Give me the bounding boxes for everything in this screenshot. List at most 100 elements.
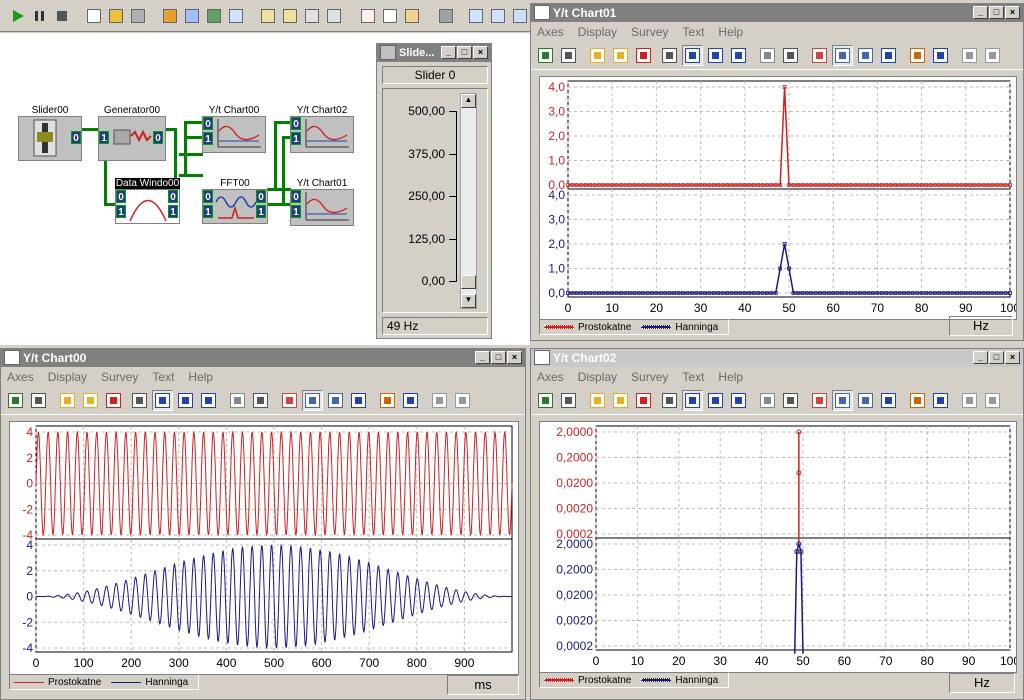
maximize-button[interactable]: □: [457, 46, 472, 59]
area-fill-button[interactable]: [809, 45, 830, 66]
grid-scale-button[interactable]: [28, 390, 49, 411]
input-port[interactable]: 1: [203, 205, 213, 218]
input-port[interactable]: 1: [116, 205, 126, 218]
menu-display[interactable]: Display: [48, 370, 87, 384]
menu-axes[interactable]: Axes: [537, 25, 564, 39]
maximize-button[interactable]: □: [989, 6, 1004, 19]
block-slider00[interactable]: Slider00 0: [18, 105, 82, 161]
text-button[interactable]: [930, 390, 951, 411]
close-button[interactable]: ×: [1005, 6, 1020, 19]
arrow-left-button[interactable]: [959, 45, 980, 66]
block-fft00[interactable]: FFT00 0 1 0 1: [202, 178, 268, 224]
arrange-button[interactable]: [510, 6, 530, 26]
block-yt-chart00[interactable]: Y/t Chart00 0 1: [202, 105, 266, 153]
save-button[interactable]: [659, 390, 680, 411]
output-port[interactable]: 1: [256, 205, 266, 218]
grid-button[interactable]: [152, 390, 173, 411]
ad-converter-button[interactable]: [182, 6, 202, 26]
menu-text[interactable]: Text: [682, 370, 704, 384]
maximize-button[interactable]: □: [989, 351, 1004, 364]
card-button[interactable]: [204, 6, 224, 26]
brush-button[interactable]: [907, 45, 928, 66]
block-yt-chart02[interactable]: Y/t Chart02 0 1: [290, 105, 354, 153]
menu-display[interactable]: Display: [578, 25, 617, 39]
zoom-in-button[interactable]: [587, 45, 608, 66]
axes-button[interactable]: [5, 390, 26, 411]
menu-survey[interactable]: Survey: [631, 370, 668, 384]
menu-text[interactable]: Text: [682, 25, 704, 39]
save-button[interactable]: [659, 45, 680, 66]
print-button[interactable]: [780, 390, 801, 411]
line-style-button[interactable]: [832, 390, 853, 411]
menu-axes[interactable]: Axes: [537, 370, 564, 384]
block-yt-chart01[interactable]: Y/t Chart01 0 1: [290, 178, 354, 226]
area-fill-button[interactable]: [279, 390, 300, 411]
grid-scale-button[interactable]: [558, 45, 579, 66]
copy-button[interactable]: [757, 390, 778, 411]
block-generator00[interactable]: Generator00 1 0: [98, 105, 166, 161]
input-port[interactable]: 0: [291, 117, 301, 130]
display-button[interactable]: [325, 390, 346, 411]
signal-button[interactable]: [160, 6, 180, 26]
copy-button[interactable]: [757, 45, 778, 66]
cut-button[interactable]: [358, 6, 378, 26]
copy-button[interactable]: [380, 6, 400, 26]
output-port[interactable]: 1: [168, 205, 178, 218]
arrow-right-button[interactable]: [982, 390, 1003, 411]
plot-area[interactable]: 0 10 20 30 40 50 60 70 80 90 100 4,0 3,0 2,0 1,0 0,0 4,0…: [539, 76, 1020, 320]
lx-button[interactable]: [705, 390, 726, 411]
block-data-window00[interactable]: Data Windo00 0 1 0 1: [115, 178, 180, 224]
grid-scale-button[interactable]: [558, 390, 579, 411]
bars-button[interactable]: [878, 45, 899, 66]
close-button[interactable]: ×: [1005, 351, 1020, 364]
cascade-button[interactable]: [466, 6, 486, 26]
plot-area[interactable]: 0 100 200 300 400 500 600 700 800 900 4 2 0 -2 -4 4 2 0 -2…: [9, 421, 519, 675]
minimize-button[interactable]: _: [973, 351, 988, 364]
slider-thumb[interactable]: [461, 275, 476, 290]
play-button[interactable]: [8, 6, 28, 26]
zoom-out-button[interactable]: [80, 390, 101, 411]
output-port[interactable]: 0: [168, 190, 178, 203]
area-fill-button[interactable]: [809, 390, 830, 411]
menu-axes[interactable]: Axes: [7, 370, 34, 384]
minimize-button[interactable]: _: [973, 6, 988, 19]
stop-button[interactable]: [52, 6, 72, 26]
properties-button[interactable]: [324, 6, 344, 26]
zoom-out-button[interactable]: [610, 390, 631, 411]
tree-button[interactable]: [258, 6, 278, 26]
axes-button[interactable]: [535, 390, 556, 411]
window-button[interactable]: [226, 6, 246, 26]
zoom-in-button[interactable]: [57, 390, 78, 411]
text-button[interactable]: [930, 45, 951, 66]
cursor-button[interactable]: [633, 45, 654, 66]
input-port[interactable]: 1: [203, 132, 213, 145]
minimize-button[interactable]: _: [441, 46, 456, 59]
line-style-button[interactable]: [832, 45, 853, 66]
input-port[interactable]: 0: [116, 190, 126, 203]
input-port[interactable]: 1: [291, 132, 301, 145]
arrow-left-button[interactable]: [959, 390, 980, 411]
line-style-button[interactable]: [302, 390, 323, 411]
bars-button[interactable]: [878, 390, 899, 411]
cursor-button[interactable]: [103, 390, 124, 411]
ly-button[interactable]: [728, 390, 749, 411]
save-button[interactable]: [129, 390, 150, 411]
minimize-button[interactable]: _: [475, 351, 490, 364]
bars-button[interactable]: [348, 390, 369, 411]
arrow-left-button[interactable]: [429, 390, 450, 411]
cube-button[interactable]: [436, 6, 456, 26]
new-button[interactable]: [84, 6, 104, 26]
text-button[interactable]: [400, 390, 421, 411]
input-port[interactable]: 1: [99, 131, 109, 144]
output-port[interactable]: 0: [71, 131, 81, 144]
copy-button[interactable]: [227, 390, 248, 411]
input-port[interactable]: 0: [203, 190, 213, 203]
grid-button[interactable]: [682, 45, 703, 66]
input-port[interactable]: 0: [203, 117, 213, 130]
maximize-button[interactable]: □: [491, 351, 506, 364]
display-button[interactable]: [855, 390, 876, 411]
menu-help[interactable]: Help: [718, 370, 743, 384]
zoom-out-button[interactable]: [610, 45, 631, 66]
group-button[interactable]: [302, 6, 322, 26]
print-button[interactable]: [780, 45, 801, 66]
